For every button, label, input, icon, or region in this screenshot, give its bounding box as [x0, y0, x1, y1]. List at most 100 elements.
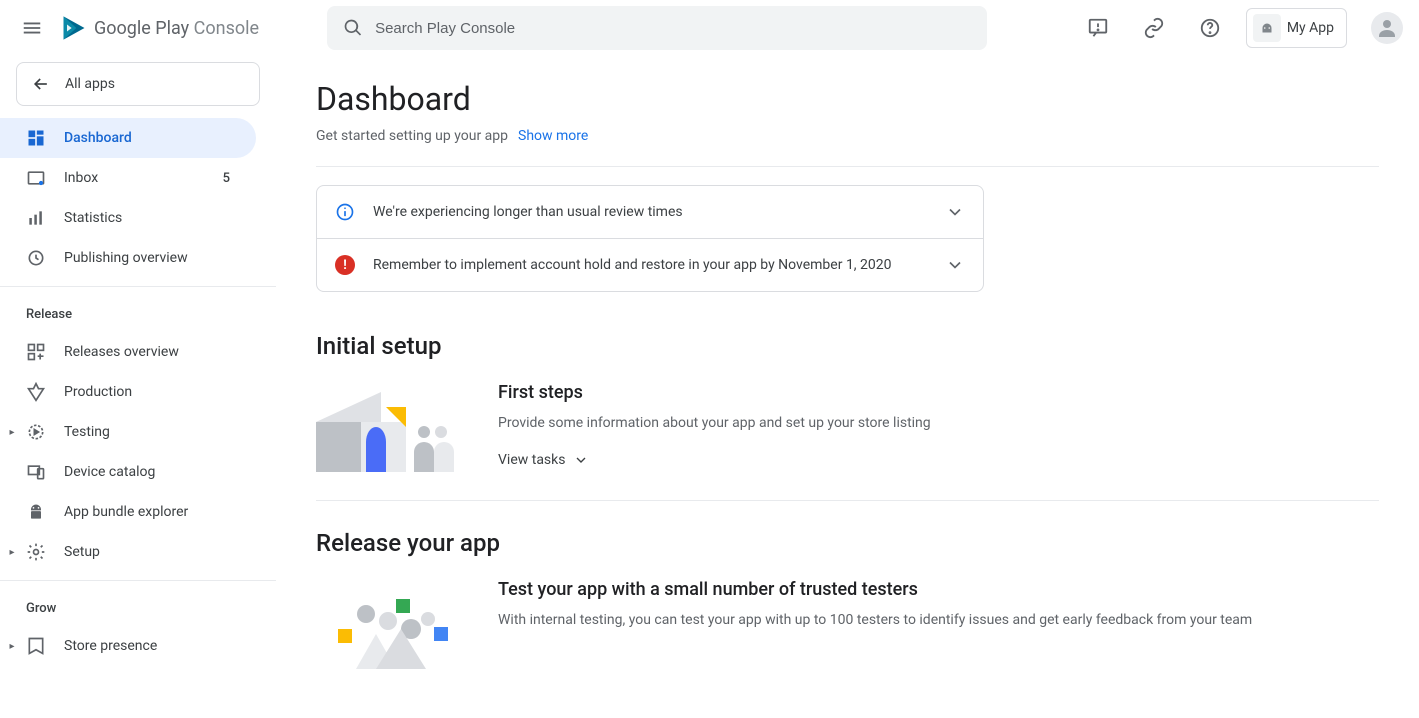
search-input[interactable] [375, 20, 971, 37]
sidebar-label: Store presence [64, 638, 157, 654]
notice-text: We're experiencing longer than usual rev… [373, 204, 683, 220]
sidebar-label: Publishing overview [64, 250, 188, 266]
inbox-icon [26, 168, 46, 188]
sidebar-item-setup[interactable]: ▸ Setup [0, 532, 256, 572]
test-app-desc: With internal testing, you can test your… [498, 610, 1252, 631]
search-box[interactable] [327, 6, 987, 50]
sidebar-item-store-presence[interactable]: ▸ Store presence [0, 626, 256, 666]
sidebar-item-production[interactable]: Production [0, 372, 256, 412]
production-icon [26, 382, 46, 402]
header: Google Play Console My App [0, 0, 1419, 56]
sidebar-item-app-bundle-explorer[interactable]: App bundle explorer [0, 492, 256, 532]
sidebar-item-dashboard[interactable]: Dashboard [0, 118, 256, 158]
logo-text: Google Play Console [94, 18, 259, 39]
test-app-card: Test your app with a small number of tru… [316, 579, 1379, 669]
show-more-link[interactable]: Show more [518, 128, 588, 144]
help-icon [1199, 17, 1221, 39]
sidebar-label: Device catalog [64, 464, 155, 480]
caret-right-icon: ▸ [6, 641, 18, 652]
feedback-button[interactable] [1078, 8, 1118, 48]
play-console-logo[interactable]: Google Play Console [60, 14, 259, 42]
releases-icon [26, 342, 46, 362]
sidebar: All apps Dashboard Inbox 5 Statistics Pu… [0, 56, 276, 718]
first-steps-title: First steps [498, 382, 931, 403]
play-logo-icon [60, 14, 88, 42]
test-app-title: Test your app with a small number of tru… [498, 579, 1252, 600]
info-icon [335, 202, 355, 222]
app-selector-chip[interactable]: My App [1246, 8, 1347, 48]
link-icon [1143, 17, 1165, 39]
android-icon [1253, 14, 1281, 42]
notice-warning[interactable]: ! Remember to implement account hold and… [317, 238, 983, 291]
sidebar-label: Statistics [64, 210, 122, 226]
caret-right-icon: ▸ [6, 427, 18, 438]
help-button[interactable] [1190, 8, 1230, 48]
sidebar-item-statistics[interactable]: Statistics [0, 198, 256, 238]
app-chip-label: My App [1287, 20, 1334, 36]
sidebar-label: Testing [64, 424, 110, 440]
search-wrap [327, 6, 987, 50]
nav-divider [0, 580, 276, 581]
sidebar-item-device-catalog[interactable]: Device catalog [0, 452, 256, 492]
store-icon [26, 636, 46, 656]
chevron-down-icon [573, 452, 589, 468]
sidebar-label: Inbox [64, 170, 98, 186]
sidebar-label: Releases overview [64, 344, 179, 360]
feedback-icon [1087, 17, 1109, 39]
setup-icon [26, 542, 46, 562]
link-button[interactable] [1134, 8, 1174, 48]
chevron-down-icon [945, 255, 965, 275]
section-initial-setup: Initial setup [316, 332, 1379, 360]
first-steps-body: First steps Provide some information abo… [498, 382, 931, 472]
sidebar-item-publishing-overview[interactable]: Publishing overview [0, 238, 256, 278]
first-steps-desc: Provide some information about your app … [498, 413, 931, 434]
divider [316, 166, 1379, 167]
view-tasks-button[interactable]: View tasks [498, 452, 931, 468]
nav-section-grow: Grow [0, 589, 276, 626]
test-app-body: Test your app with a small number of tru… [498, 579, 1252, 669]
hamburger-icon [21, 17, 43, 39]
section-release-your-app: Release your app [316, 529, 1379, 557]
first-steps-illustration [316, 382, 466, 472]
main-content: Dashboard Get started setting up your ap… [276, 56, 1419, 718]
all-apps-label: All apps [65, 76, 115, 92]
arrow-left-icon [31, 74, 51, 94]
nav-release: Releases overview Production ▸ Testing D… [0, 332, 276, 572]
sidebar-label: App bundle explorer [64, 504, 188, 520]
sidebar-label: Dashboard [64, 130, 132, 146]
nav-section-release: Release [0, 295, 276, 332]
page-subtitle-row: Get started setting up your app Show mor… [316, 128, 1379, 144]
notice-info[interactable]: We're experiencing longer than usual rev… [317, 186, 983, 238]
testing-icon [26, 422, 46, 442]
chevron-down-icon [945, 202, 965, 222]
divider [316, 500, 1379, 501]
caret-right-icon: ▸ [6, 547, 18, 558]
hamburger-menu-button[interactable] [12, 8, 52, 48]
account-avatar[interactable] [1371, 12, 1403, 44]
sidebar-label: Production [64, 384, 132, 400]
notice-stack: We're experiencing longer than usual rev… [316, 185, 984, 292]
bundle-icon [26, 502, 46, 522]
nav-primary: Dashboard Inbox 5 Statistics Publishing … [0, 118, 276, 278]
page-subtitle: Get started setting up your app [316, 128, 508, 144]
sidebar-label: Setup [64, 544, 100, 560]
sidebar-item-testing[interactable]: ▸ Testing [0, 412, 256, 452]
publishing-icon [26, 248, 46, 268]
dashboard-icon [26, 128, 46, 148]
nav-divider [0, 286, 276, 287]
devices-icon [26, 462, 46, 482]
warning-icon: ! [335, 255, 355, 275]
statistics-icon [26, 208, 46, 228]
sidebar-item-releases-overview[interactable]: Releases overview [0, 332, 256, 372]
page-title: Dashboard [316, 80, 1379, 118]
nav-grow: ▸ Store presence [0, 626, 276, 666]
avatar-icon [1375, 16, 1399, 40]
notice-text: Remember to implement account hold and r… [373, 257, 892, 273]
inbox-count-badge: 5 [223, 171, 230, 186]
all-apps-button[interactable]: All apps [16, 62, 260, 106]
search-icon [343, 18, 363, 38]
first-steps-card: First steps Provide some information abo… [316, 382, 1379, 472]
header-actions: My App [1078, 8, 1403, 48]
test-app-illustration [316, 579, 466, 669]
sidebar-item-inbox[interactable]: Inbox 5 [0, 158, 256, 198]
